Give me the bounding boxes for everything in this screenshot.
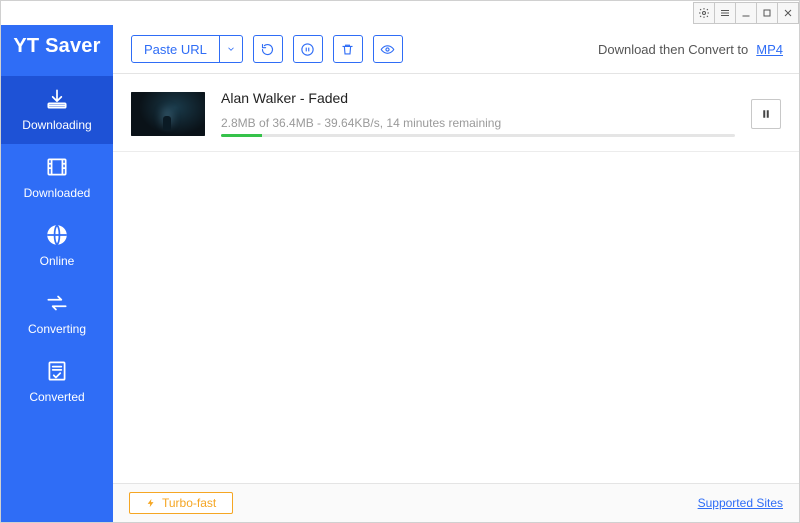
maximize-icon [761, 7, 773, 19]
convert-format-link[interactable]: MP4 [756, 42, 783, 57]
progress-fill [221, 134, 262, 137]
refresh-icon [260, 42, 275, 57]
sidebar-item-label: Downloaded [24, 186, 91, 200]
toolbar: Paste URL Download then [113, 25, 799, 74]
download-icon [44, 86, 70, 112]
bolt-icon [146, 497, 156, 509]
pause-icon [760, 108, 772, 120]
globe-icon [44, 222, 70, 248]
video-thumbnail [131, 92, 205, 136]
maximize-button[interactable] [756, 2, 778, 24]
close-button[interactable] [777, 2, 799, 24]
pause-button[interactable] [751, 99, 781, 129]
sidebar-item-converting[interactable]: Converting [1, 280, 113, 348]
sidebar: YT Saver Downloading Downloaded Online C… [1, 25, 113, 522]
retry-button[interactable] [253, 35, 283, 63]
main-panel: Paste URL Download then [113, 25, 799, 522]
sidebar-item-online[interactable]: Online [1, 212, 113, 280]
sidebar-item-label: Converted [29, 390, 84, 404]
supported-sites-link[interactable]: Supported Sites [698, 496, 783, 510]
menu-icon [719, 7, 731, 19]
progress-bar [221, 134, 735, 137]
turbo-label: Turbo-fast [162, 496, 216, 510]
gear-icon [698, 7, 710, 19]
paste-url-button[interactable]: Paste URL [131, 35, 220, 63]
file-check-icon [44, 358, 70, 384]
download-status: 2.8MB of 36.4MB - 39.64KB/s, 14 minutes … [221, 116, 735, 130]
download-title: Alan Walker - Faded [221, 90, 735, 106]
pause-all-button[interactable] [293, 35, 323, 63]
convert-icon [44, 290, 70, 316]
pause-circle-icon [300, 42, 315, 57]
close-icon [782, 7, 794, 19]
app-window: YT Saver Downloading Downloaded Online C… [0, 0, 800, 523]
paste-url-group: Paste URL [131, 35, 243, 63]
sidebar-item-downloading[interactable]: Downloading [1, 76, 113, 144]
minimize-button[interactable] [735, 2, 757, 24]
preview-button[interactable] [373, 35, 403, 63]
footer: Turbo-fast Supported Sites [113, 483, 799, 522]
menu-button[interactable] [714, 2, 736, 24]
sidebar-item-label: Converting [28, 322, 86, 336]
app-logo: YT Saver [13, 35, 100, 58]
download-row: Alan Walker - Faded 2.8MB of 36.4MB - 39… [113, 74, 799, 152]
minimize-icon [740, 7, 752, 19]
turbo-fast-button[interactable]: Turbo-fast [129, 492, 233, 514]
paste-url-dropdown[interactable] [220, 35, 243, 63]
film-icon [44, 154, 70, 180]
eye-icon [380, 42, 395, 57]
caret-down-icon [226, 44, 236, 54]
settings-button[interactable] [693, 2, 715, 24]
convert-label: Download then Convert to [598, 42, 748, 57]
trash-icon [340, 42, 355, 57]
sidebar-item-downloaded[interactable]: Downloaded [1, 144, 113, 212]
sidebar-item-label: Downloading [22, 118, 91, 132]
titlebar [1, 1, 799, 25]
sidebar-item-label: Online [40, 254, 75, 268]
download-list: Alan Walker - Faded 2.8MB of 36.4MB - 39… [113, 74, 799, 483]
delete-button[interactable] [333, 35, 363, 63]
sidebar-item-converted[interactable]: Converted [1, 348, 113, 416]
download-meta: Alan Walker - Faded 2.8MB of 36.4MB - 39… [221, 90, 735, 137]
